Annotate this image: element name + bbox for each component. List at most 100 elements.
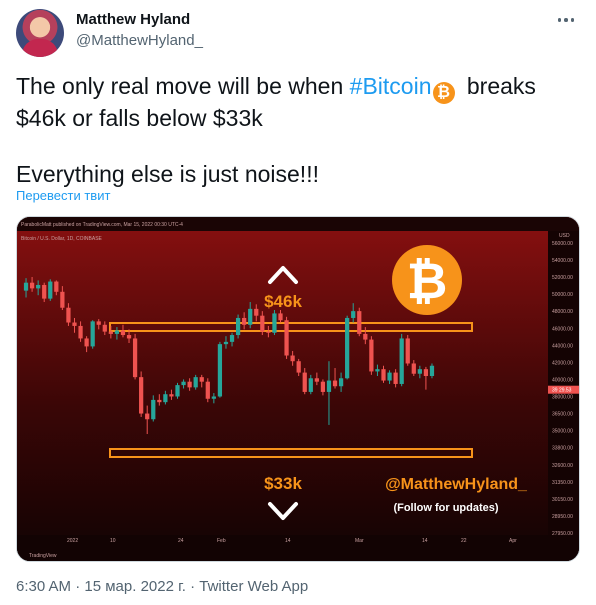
price-tick-label: 50000.00 — [552, 292, 573, 298]
candle-body — [429, 365, 435, 376]
tweet-text: The only real move will be when #Bitcoin… — [16, 72, 576, 188]
btc-logo-symbol: ₿ — [407, 252, 448, 310]
label-46k: $46k — [264, 292, 302, 311]
candle-body — [260, 315, 265, 332]
separator-dot: · — [75, 578, 81, 595]
candle-body — [290, 355, 295, 362]
source-app-link[interactable]: Twitter Web App — [199, 578, 308, 595]
candle-body — [369, 339, 374, 372]
candle-body — [169, 394, 174, 397]
candle-body — [332, 380, 338, 387]
time-tick-label: 22 — [461, 538, 467, 544]
tweet-time[interactable]: 6:30 AM — [16, 578, 71, 595]
time-tick-label: Mar — [355, 538, 364, 544]
candle-body — [351, 311, 356, 318]
tweet-text-after: breaks — [460, 73, 536, 99]
price-tick-label: 42000.00 — [552, 360, 573, 366]
candle-body — [357, 311, 362, 334]
candle-body — [199, 377, 204, 382]
candle-body — [423, 369, 429, 376]
candle-body — [36, 284, 41, 289]
candle-body — [114, 330, 120, 334]
candle-body — [90, 321, 95, 347]
tweet-date[interactable]: 15 мар. 2022 г. — [84, 578, 186, 595]
tweet-media-chart[interactable]: ParabolicMatt published on TradingView.c… — [16, 216, 580, 562]
candle-body — [381, 369, 386, 381]
candle-body — [242, 317, 247, 325]
candle-body — [320, 381, 326, 392]
candle-body — [78, 325, 83, 339]
btc-logo: ₿ — [392, 245, 462, 315]
label-33k: $33k — [264, 474, 302, 493]
chart-symbol-text: Bitcoin / U.S. Dollar, 1D, COINBASE — [21, 236, 103, 242]
candle-body — [338, 378, 344, 387]
candle-body — [175, 385, 180, 397]
chart-header-text: ParabolicMatt published on TradingView.c… — [21, 222, 183, 228]
candle-body — [66, 307, 71, 323]
candle-body — [23, 282, 29, 291]
tweet-meta: 6:30 AM · 15 мар. 2022 г. · Twitter Web … — [16, 578, 308, 595]
candle-body — [393, 372, 398, 384]
candle-body — [102, 324, 107, 332]
candle-body — [254, 308, 259, 316]
tweet-line-1: The only real move will be when #Bitcoin… — [16, 72, 576, 104]
candle-body — [48, 281, 53, 299]
more-options-icon[interactable] — [554, 10, 578, 30]
candle-body — [29, 282, 35, 289]
time-tick-label: 14 — [422, 538, 428, 544]
current-price-text: 39 29.53 — [552, 388, 572, 394]
candle-body — [223, 341, 229, 345]
separator-dot: · — [190, 578, 196, 595]
candle-body — [278, 313, 283, 321]
author-name[interactable]: Matthew Hyland — [76, 11, 190, 28]
candle-body — [387, 372, 392, 381]
price-tick-label: 46000.00 — [552, 326, 573, 332]
candle-body — [96, 321, 101, 325]
avatar-figure — [22, 39, 58, 57]
candle-body — [54, 281, 59, 292]
watermark-sub: (Follow for updates) — [393, 502, 498, 514]
candle-body — [308, 378, 313, 392]
time-tick-label: Apr — [509, 538, 517, 544]
candle-body — [42, 284, 47, 299]
candle-body — [163, 394, 168, 403]
price-tick-label: 38000.00 — [552, 395, 573, 401]
author-handle[interactable]: @MatthewHyland_ — [76, 32, 203, 49]
price-tick-label: 44000.00 — [552, 343, 573, 349]
candle-body — [108, 331, 113, 334]
chart-svg: ParabolicMatt published on TradingView.c… — [17, 217, 579, 561]
candle-body — [120, 330, 126, 336]
translate-tweet-link[interactable]: Перевести твит — [16, 188, 110, 203]
price-tick-label: 31350.00 — [552, 480, 573, 486]
candle-body — [235, 317, 241, 336]
candle-body — [229, 335, 235, 342]
candle-body — [205, 381, 210, 399]
candle-body — [326, 380, 332, 392]
tweet-line-2: $46k or falls below $33k — [16, 105, 263, 131]
candle-body — [375, 369, 380, 372]
time-axis — [17, 535, 579, 561]
candle-body — [132, 338, 138, 378]
bitcoin-icon: ₿ — [432, 82, 455, 104]
price-tick-label: 52000.00 — [552, 275, 573, 281]
price-tick-label: 54000.00 — [552, 258, 573, 264]
candle-body — [181, 381, 186, 386]
candle-body — [157, 399, 162, 403]
tweet-text-before: The only real move will be when — [16, 73, 350, 99]
price-tick-label: 30150.00 — [552, 497, 573, 503]
candle-body — [314, 378, 319, 382]
time-tick-label: 14 — [285, 538, 291, 544]
avatar[interactable] — [16, 9, 64, 57]
candle-body — [345, 317, 350, 379]
price-tick-label: 32600.00 — [552, 463, 573, 469]
candle-body — [72, 322, 77, 326]
candle-body — [266, 331, 271, 333]
candle-body — [302, 372, 307, 392]
candle-body — [272, 313, 277, 333]
tradingview-logo: TradingView — [29, 553, 57, 559]
candle-body — [248, 308, 253, 325]
candle-body — [284, 320, 289, 356]
hashtag-bitcoin-link[interactable]: #Bitcoin — [350, 73, 432, 99]
candle-body — [139, 377, 144, 414]
tweet-line-3: Everything else is just noise!!! — [16, 161, 319, 187]
